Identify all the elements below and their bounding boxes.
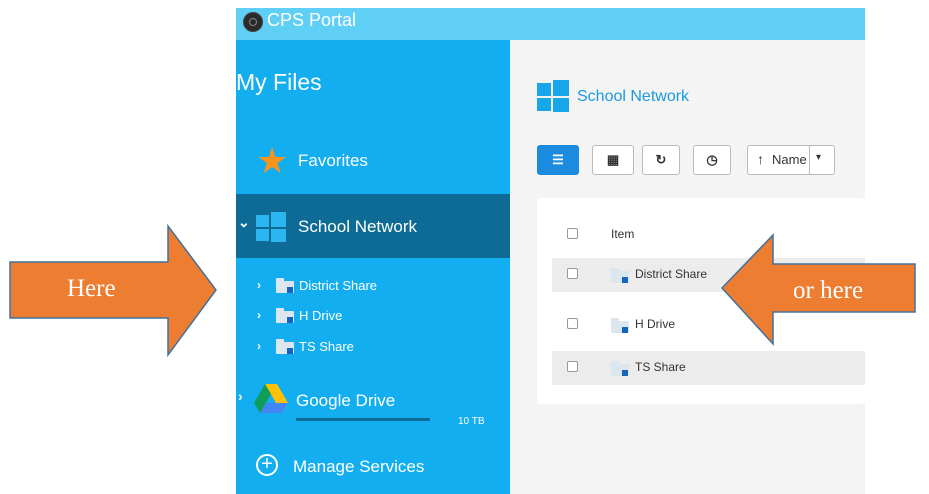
left-arrow-label: Here	[67, 275, 116, 302]
callout-arrows	[9, 223, 916, 358]
right-arrow-label: or here	[793, 277, 864, 304]
